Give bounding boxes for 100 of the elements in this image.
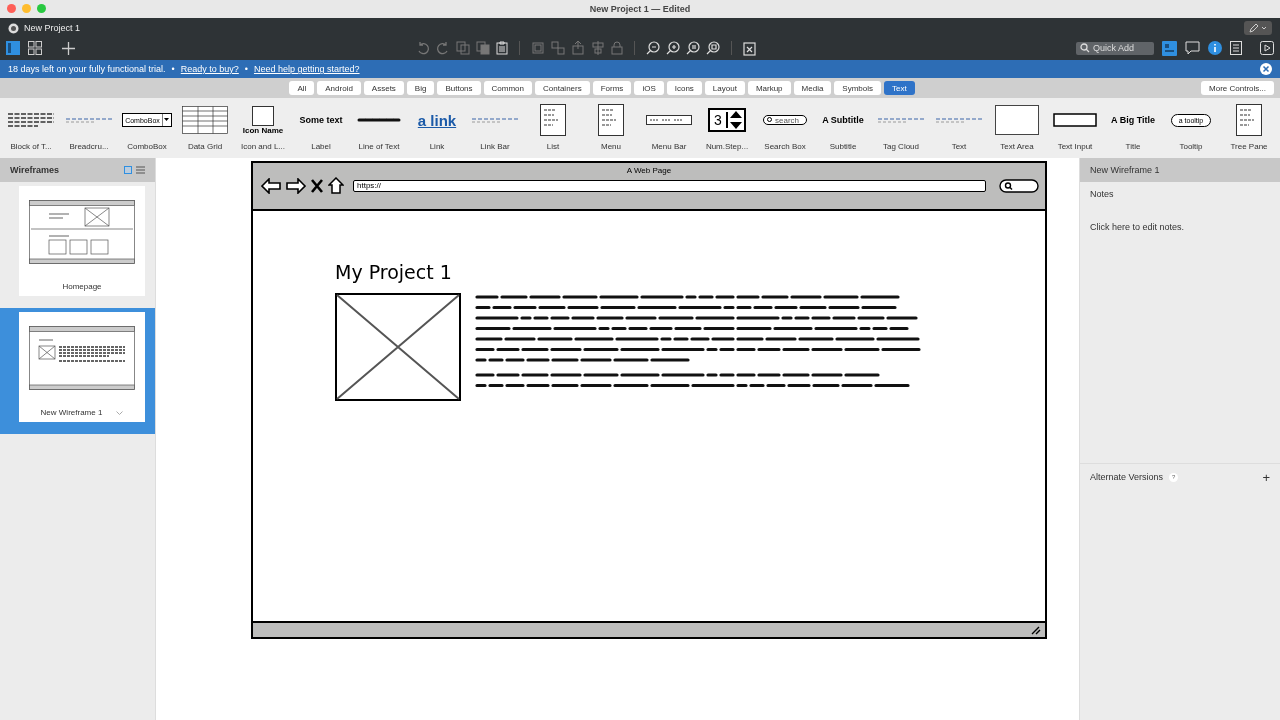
info-icon[interactable]	[1208, 41, 1222, 55]
text-block-icon[interactable]	[8, 112, 54, 128]
filter-tab[interactable]: Markup	[747, 81, 791, 95]
filter-tab[interactable]: Text	[884, 81, 915, 95]
filter-tab[interactable]: Containers	[535, 81, 590, 95]
control-label: ComboBox	[127, 142, 167, 151]
address-field[interactable]: https://	[353, 179, 986, 192]
clear-clipboard-icon[interactable]	[742, 40, 756, 56]
play-icon[interactable]	[1260, 41, 1274, 55]
trial-link[interactable]: Need help getting started?	[253, 64, 360, 74]
duplicate-icon[interactable]	[475, 41, 490, 55]
label-preview[interactable]: A Subtitle	[822, 115, 864, 125]
project-name: New Project 1	[24, 23, 81, 33]
control-label: Tree Pane	[1230, 142, 1268, 151]
control-label: Subtitle	[829, 142, 857, 151]
grid-view-icon[interactable]	[28, 41, 42, 55]
filter-tab[interactable]: Layout	[704, 81, 745, 95]
back-arrow-icon[interactable]	[261, 177, 281, 194]
filter-tab[interactable]: Common	[483, 81, 532, 95]
filter-tab[interactable]: Symbols	[834, 81, 882, 95]
clipboard-icon[interactable]	[495, 41, 508, 55]
single-view-icon[interactable]	[6, 41, 20, 55]
dropdown-arrow-icon	[161, 114, 170, 126]
close-icon[interactable]	[1260, 63, 1272, 75]
redo-icon[interactable]	[435, 41, 450, 55]
control-label: Label	[311, 142, 331, 151]
filter-tab[interactable]: Forms	[592, 81, 632, 95]
filter-tab[interactable]: Big	[406, 81, 435, 95]
control-label: Text Input	[1057, 142, 1093, 151]
home-icon[interactable]	[328, 177, 344, 194]
control-label: Title	[1125, 142, 1141, 151]
filter-tab[interactable]: Assets	[363, 81, 404, 95]
separator-dot: •	[244, 64, 248, 74]
filter-tab[interactable]: All	[289, 81, 315, 95]
zoom-fit-icon[interactable]	[705, 41, 720, 55]
versions-label: Alternate Versions	[1090, 472, 1164, 482]
control-label: Block of T...	[10, 142, 52, 151]
search-icon	[767, 117, 773, 123]
text-input-icon[interactable]	[1053, 113, 1097, 127]
list-icon[interactable]	[1236, 104, 1262, 136]
control-label: Line of Text	[358, 142, 400, 151]
add-icon[interactable]	[62, 41, 75, 55]
control-label: Tooltip	[1179, 142, 1203, 151]
quick-add-field[interactable]: Quick Add	[1076, 41, 1154, 55]
search-icon[interactable]	[999, 178, 1039, 193]
comment-icon[interactable]	[1185, 41, 1200, 55]
page-heading: My Project 1	[335, 261, 453, 283]
trial-link[interactable]: Ready to buy?	[180, 64, 239, 74]
control-label: Link	[429, 142, 445, 151]
data-grid-icon[interactable]	[182, 106, 228, 134]
filter-tab[interactable]: Icons	[666, 81, 702, 95]
filter-tab[interactable]: Media	[793, 81, 832, 95]
panel-title: Wireframes	[10, 165, 59, 175]
page-label: Homepage	[62, 282, 102, 291]
notes-hint[interactable]: Click here to edit notes.	[1080, 206, 1280, 232]
notes-label: Notes	[1089, 188, 1115, 201]
label-preview[interactable]: A Big Title	[1111, 115, 1155, 125]
control-label: Num.Step...	[705, 142, 749, 151]
filter-tab[interactable]: Android	[317, 81, 361, 95]
control-label: Breadcru...	[69, 142, 109, 151]
stop-icon[interactable]	[311, 178, 323, 193]
resize-grip-icon[interactable]	[1031, 625, 1041, 635]
control-label: List	[546, 142, 560, 151]
actual-size-icon[interactable]	[685, 41, 700, 55]
zoom-in-icon[interactable]	[665, 41, 680, 55]
label-preview[interactable]: Some text	[299, 115, 343, 125]
search-box-preview[interactable]: search	[763, 115, 807, 125]
page-item[interactable]: New Wireframe 1	[0, 308, 155, 434]
list-icon[interactable]	[598, 104, 624, 136]
square-icon[interactable]	[252, 105, 274, 126]
thumbnail-view-icon[interactable]	[124, 166, 132, 174]
notes-icon[interactable]	[1230, 41, 1242, 55]
layout-panel-icon[interactable]	[1162, 40, 1177, 56]
separator-dot: •	[171, 64, 175, 74]
browser-mockup[interactable]: A Web Page https:// My Project 1	[251, 161, 1047, 639]
text-area-icon[interactable]	[995, 105, 1039, 135]
zoom-out-icon[interactable]	[645, 41, 660, 55]
filter-tab[interactable]: Buttons	[437, 81, 481, 95]
bring-forward-icon[interactable]	[570, 41, 585, 55]
search-icon	[1080, 43, 1090, 53]
link-preview[interactable]: a link	[417, 111, 457, 129]
forward-arrow-icon[interactable]	[286, 177, 306, 194]
add-version-button[interactable]: +	[1262, 469, 1270, 485]
filter-tab[interactable]: iOS	[634, 81, 664, 95]
stepper-arrows-icon	[727, 109, 744, 131]
control-label: Menu	[601, 142, 621, 151]
pen-menu-icon[interactable]	[1244, 21, 1272, 35]
inspector-title: New Wireframe 1	[1090, 165, 1160, 175]
list-icon[interactable]	[540, 104, 566, 136]
scribble-line-icon[interactable]	[357, 117, 401, 123]
icon-name-preview: Icon Name	[242, 125, 284, 135]
control-label: Link Bar	[480, 142, 510, 151]
window-title: New Project 1 — Edited	[589, 4, 691, 14]
lock-icon[interactable]	[610, 41, 623, 55]
mockup-title: A Web Page	[626, 166, 672, 175]
app-icon	[8, 22, 19, 34]
number-stepper-preview[interactable]: 3	[708, 108, 746, 132]
menu-bar-icon[interactable]	[646, 115, 692, 125]
more-controls-button[interactable]: More Controls...	[1201, 81, 1274, 95]
control-label: Data Grid	[187, 142, 223, 151]
